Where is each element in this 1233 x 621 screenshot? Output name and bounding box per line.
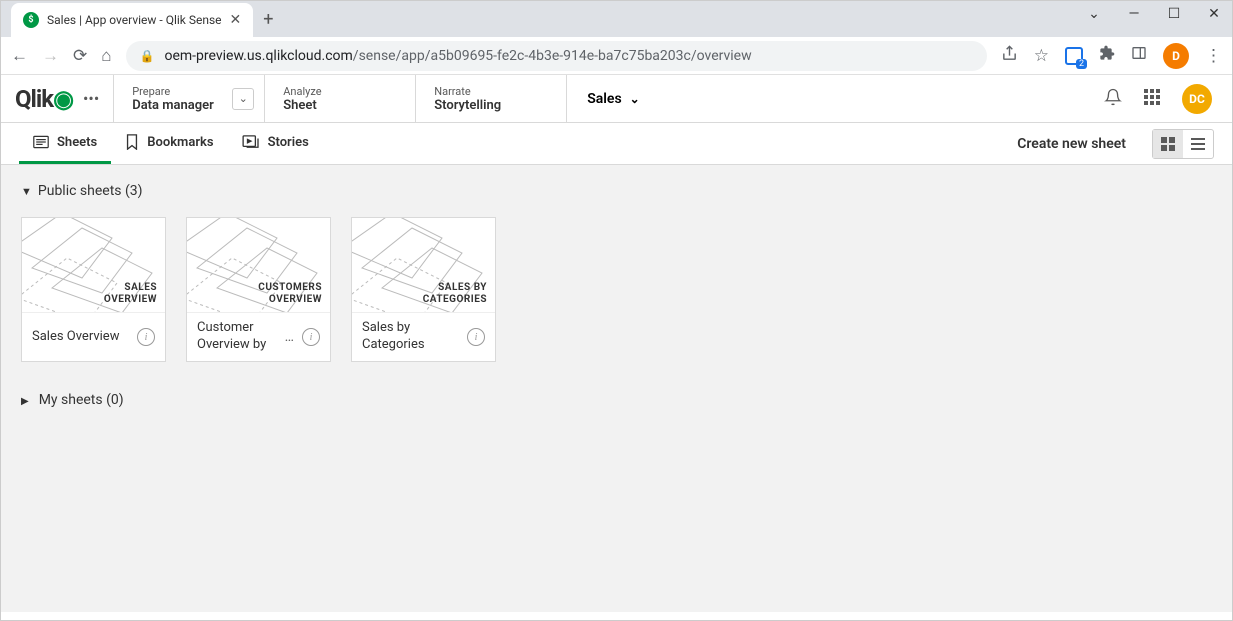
public-sheets-header[interactable]: ▼ Public sheets (3) [21,183,1212,199]
app-launcher-icon[interactable] [1144,89,1160,109]
sheet-title: Sales by Categories [362,320,461,354]
content-area: ▼ Public sheets (3) SALESOVERVIEW Sales O… [1,165,1232,612]
sheet-thumbnail: CUSTOMERSOVERVIEW [187,218,330,313]
extensions-icon[interactable] [1099,45,1115,66]
app-header: Qlik◉ ••• Prepare Data manager ⌄ Analyze… [1,75,1232,123]
bookmark-star-icon[interactable]: ☆ [1034,46,1049,66]
card-more-icon[interactable]: … [285,329,296,345]
browser-menu-icon[interactable]: ⋮ [1205,46,1222,66]
create-new-sheet-button[interactable]: Create new sheet [1001,136,1142,152]
window-maximize-icon[interactable]: ☐ [1165,6,1183,22]
chevron-down-icon: ⌄ [630,92,640,106]
tab-title: Sales | App overview - Qlik Sense [47,13,222,27]
browser-tab-strip: $ Sales | App overview - Qlik Sense ✕ + [1,1,1232,37]
share-icon[interactable] [1001,45,1018,67]
info-icon[interactable]: i [137,328,155,346]
tab-favicon-icon: $ [23,12,39,28]
tab-close-icon[interactable]: ✕ [230,12,242,28]
user-avatar[interactable]: DC [1182,84,1212,114]
tab-sheets[interactable]: Sheets [19,123,111,164]
url-host: oem-preview.us.qlikcloud.com/sense/app/a… [164,48,751,64]
collapse-icon: ▼ [21,185,32,198]
sheets-icon [33,135,49,149]
global-menu-icon[interactable]: ••• [83,89,99,108]
sheet-card[interactable]: SALES BYCATEGORIES Sales by Categories i [351,217,496,362]
bookmark-icon [125,134,139,150]
window-close-icon[interactable]: ✕ [1205,6,1223,22]
window-dropdown-icon[interactable]: ⌄ [1085,6,1103,22]
forward-button: → [42,46,59,66]
side-panel-icon[interactable] [1131,45,1147,66]
sheet-title: Customer Overview by [197,320,279,354]
qlik-logo[interactable]: Qlik◉ [15,85,73,113]
address-bar[interactable]: 🔒 oem-preview.us.qlikcloud.com/sense/app… [126,41,987,71]
home-button[interactable]: ⌂ [101,46,111,66]
browser-tab[interactable]: $ Sales | App overview - Qlik Sense ✕ [11,3,253,37]
view-toggle [1152,129,1214,159]
nav-prepare[interactable]: Prepare Data manager ⌄ [114,75,264,122]
sheet-title: Sales Overview [32,329,131,346]
sheet-thumbnail: SALESOVERVIEW [22,218,165,313]
list-view-button[interactable] [1183,130,1213,158]
nav-narrate[interactable]: Narrate Storytelling [416,75,566,122]
browser-toolbar: ← → ⟳ ⌂ 🔒 oem-preview.us.qlikcloud.com/s… [1,37,1232,75]
notification-bell-icon[interactable] [1104,88,1122,110]
app-name-dropdown[interactable]: Sales ⌄ [567,75,660,122]
back-button[interactable]: ← [11,46,28,66]
profile-avatar[interactable]: D [1163,43,1189,69]
tab-stories[interactable]: Stories [228,123,323,164]
info-icon[interactable]: i [302,328,320,346]
tab-bookmarks[interactable]: Bookmarks [111,123,227,164]
chevron-down-icon[interactable]: ⌄ [232,88,254,110]
sheet-card[interactable]: SALESOVERVIEW Sales Overview i [21,217,166,362]
my-sheets-header[interactable]: My sheets (0) [21,392,1212,408]
new-tab-button[interactable]: + [263,9,273,30]
nav-analyze[interactable]: Analyze Sheet [265,75,415,122]
extension-badge[interactable]: 2 [1065,47,1083,65]
info-icon[interactable]: i [467,328,485,346]
grid-view-button[interactable] [1153,130,1183,158]
sheet-thumbnail: SALES BYCATEGORIES [352,218,495,313]
reload-button[interactable]: ⟳ [73,46,87,66]
stories-icon [242,135,260,149]
sub-nav: Sheets Bookmarks Stories Create new shee… [1,123,1232,165]
window-minimize-icon[interactable]: — [1125,6,1143,22]
expand-icon [21,392,33,408]
lock-icon: 🔒 [140,49,155,63]
sheet-card[interactable]: CUSTOMERSOVERVIEW Customer Overview by … i [186,217,331,362]
